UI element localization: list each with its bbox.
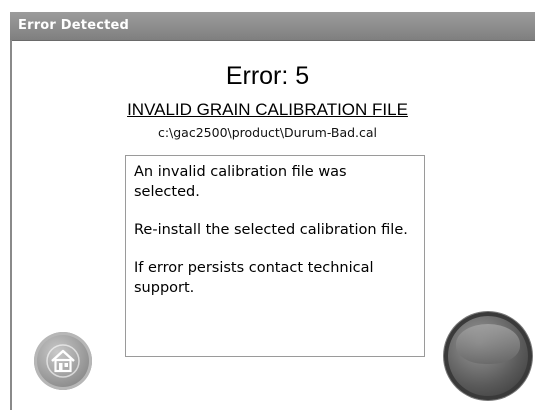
- ok-button[interactable]: [444, 312, 532, 400]
- error-name: INVALID GRAIN CALIBRATION FILE: [127, 100, 408, 119]
- dialog-title: Error Detected: [18, 18, 130, 33]
- message-paragraph: An invalid calibration file was selected…: [134, 164, 347, 200]
- home-icon: [46, 344, 80, 378]
- title-bar: Error Detected: [10, 12, 535, 41]
- error-message-box: An invalid calibration file was selected…: [125, 155, 425, 357]
- message-paragraph: Re-install the selected calibration file…: [134, 222, 408, 238]
- error-file-path: c:\gac2500\product\Durum-Bad.cal: [157, 125, 378, 140]
- home-button[interactable]: [34, 332, 92, 390]
- error-dialog: Error Detected Error: 5 INVALID GRAIN CA…: [0, 0, 535, 410]
- ok-button-gloss: [456, 324, 520, 364]
- window-frame-left: [10, 40, 12, 410]
- message-paragraph: If error persists contact technical supp…: [134, 260, 374, 296]
- error-code: Error: 5: [225, 62, 310, 90]
